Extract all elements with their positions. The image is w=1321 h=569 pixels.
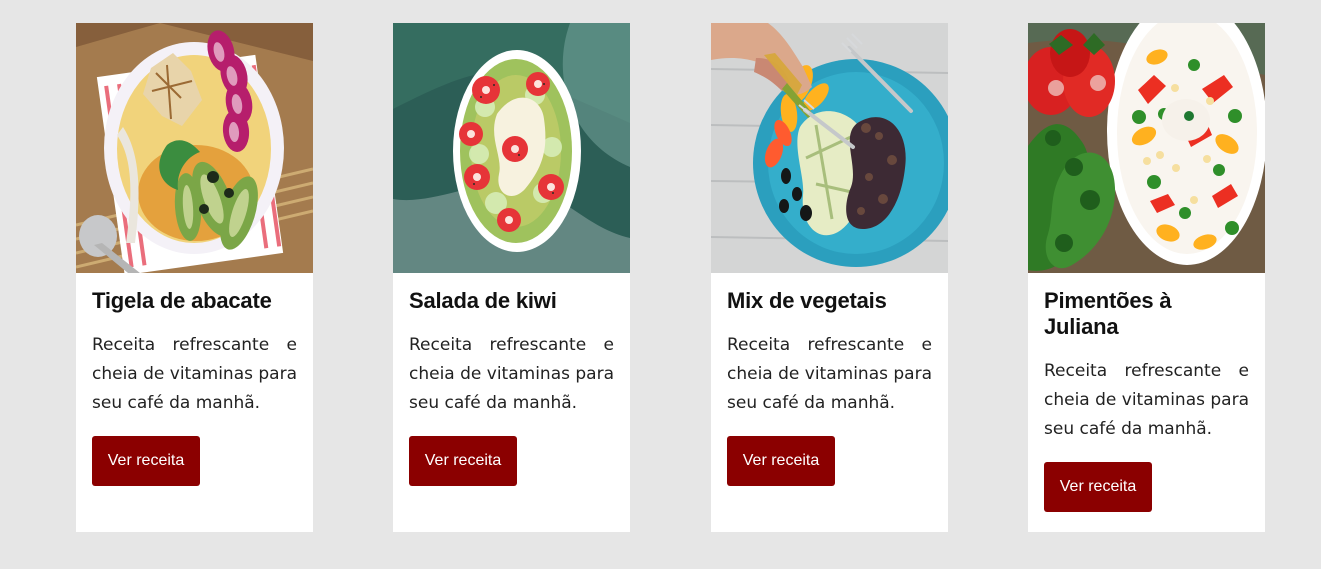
recipe-card-kiwi-salad: Salada de kiwi Receita refrescante e che… [393,23,630,532]
card-body: Salada de kiwi Receita refrescante e che… [393,273,630,486]
card-body: Tigela de abacate Receita refrescante e … [76,273,313,486]
recipe-card-julienne-peppers: Pimentões à Juliana Receita refrescante … [1028,23,1265,532]
recipe-description: Receita refrescante e cheia de vitaminas… [92,335,297,413]
kiwi-salad-image [393,23,630,273]
recipe-title: Tigela de abacate [92,288,272,313]
view-recipe-button[interactable]: Ver receita [92,436,200,486]
view-recipe-button[interactable]: Ver receita [727,436,835,486]
recipe-title: Pimentões à Juliana [1044,288,1172,339]
recipe-description: Receita refrescante e cheia de vitaminas… [409,335,614,413]
julienne-peppers-image [1028,23,1265,273]
recipe-description: Receita refrescante e cheia de vitaminas… [727,335,932,413]
card-body: Mix de vegetais Receita refrescante e ch… [711,273,948,486]
recipe-description: Receita refrescante e cheia de vitaminas… [1044,361,1249,439]
recipe-title: Salada de kiwi [409,288,557,313]
card-body: Pimentões à Juliana Receita refrescante … [1028,273,1265,512]
avocado-bowl-image [76,23,313,273]
recipe-card-avocado-bowl: Tigela de abacate Receita refrescante e … [76,23,313,532]
view-recipe-button[interactable]: Ver receita [1044,462,1152,512]
recipe-title: Mix de vegetais [727,288,887,313]
view-recipe-button[interactable]: Ver receita [409,436,517,486]
recipe-card-vegetable-mix: Mix de vegetais Receita refrescante e ch… [711,23,948,532]
recipe-card-grid: Tigela de abacate Receita refrescante e … [0,23,1321,532]
vegetable-mix-image [711,23,948,273]
